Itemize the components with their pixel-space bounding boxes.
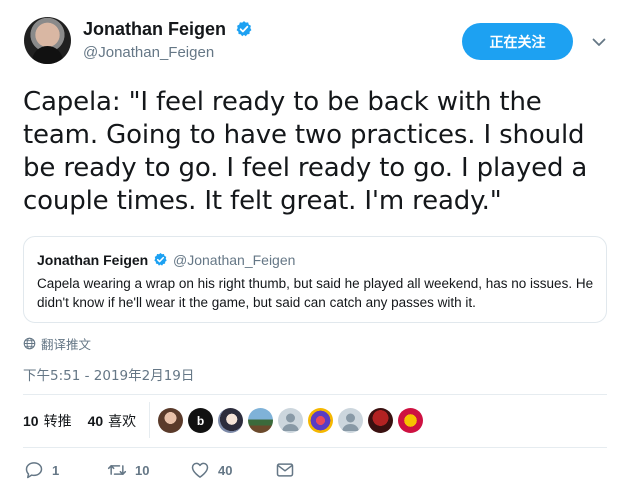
heart-icon — [191, 462, 209, 478]
liker-avatar-woman[interactable] — [158, 408, 183, 433]
liker-avatar-b-logo[interactable]: b — [188, 408, 213, 433]
like-stat[interactable]: 40 喜欢 — [88, 411, 137, 431]
like-stat-count: 40 — [87, 413, 104, 429]
default-avatar-icon — [342, 413, 359, 431]
translate-label[interactable]: 翻译推文 — [41, 334, 91, 353]
tweet-text: Capela: "I feel ready to be back with th… — [23, 87, 588, 216]
envelope-icon — [276, 463, 294, 477]
reply-icon — [25, 462, 43, 479]
reply-button[interactable]: 1 — [24, 460, 59, 480]
verified-badge-icon — [154, 252, 167, 266]
quoted-author-handle: @Jonathan_Feigen — [173, 252, 296, 268]
stats-separator — [149, 402, 150, 438]
divider — [23, 394, 607, 395]
author-name[interactable]: Jonathan Feigen — [83, 19, 226, 40]
globe-icon — [23, 337, 36, 350]
following-button[interactable]: 正在关注 — [462, 23, 573, 60]
author-avatar[interactable] — [24, 17, 71, 64]
tweet-timestamp[interactable]: 下午5:51 - 2019年2月19日 — [23, 364, 194, 384]
liker-avatar-rockets-logo[interactable] — [398, 408, 423, 433]
retweet-stat[interactable]: 10 转推 — [23, 411, 72, 431]
direct-message-button[interactable] — [275, 460, 295, 480]
retweet-icon — [107, 465, 127, 475]
retweet-button[interactable]: 10 — [107, 460, 149, 480]
liker-avatar-colorful[interactable] — [308, 408, 333, 433]
liker-avatar-default-egg-2[interactable] — [338, 408, 363, 433]
liker-avatar-red[interactable] — [368, 408, 393, 433]
translate-tweet-link[interactable]: 翻译推文 — [23, 334, 91, 353]
quoted-tweet-text: Capela wearing a wrap on his right thumb… — [37, 276, 594, 310]
quoted-author-name: Jonathan Feigen — [37, 252, 149, 268]
liker-avatar-default-egg[interactable] — [278, 408, 303, 433]
default-avatar-icon — [282, 413, 299, 431]
chevron-down-icon[interactable] — [591, 34, 607, 50]
retweet-count: 10 — [135, 462, 150, 478]
author-handle[interactable]: @Jonathan_Feigen — [83, 44, 214, 61]
divider — [23, 447, 607, 448]
like-stat-label: 喜欢 — [108, 414, 137, 430]
like-button[interactable]: 40 — [190, 460, 232, 480]
liker-avatar-anime[interactable] — [218, 408, 243, 433]
reply-count: 1 — [52, 462, 60, 478]
like-count: 40 — [218, 462, 233, 478]
engagement-stats: 10 转推 40 喜欢 — [23, 411, 136, 431]
retweet-stat-label: 转推 — [43, 414, 72, 430]
verified-badge-icon — [236, 21, 252, 37]
quoted-tweet[interactable]: Jonathan Feigen @Jonathan_Feigen Capela … — [23, 236, 607, 323]
liker-avatar-landscape[interactable] — [248, 408, 273, 433]
retweet-stat-count: 10 — [23, 413, 39, 429]
